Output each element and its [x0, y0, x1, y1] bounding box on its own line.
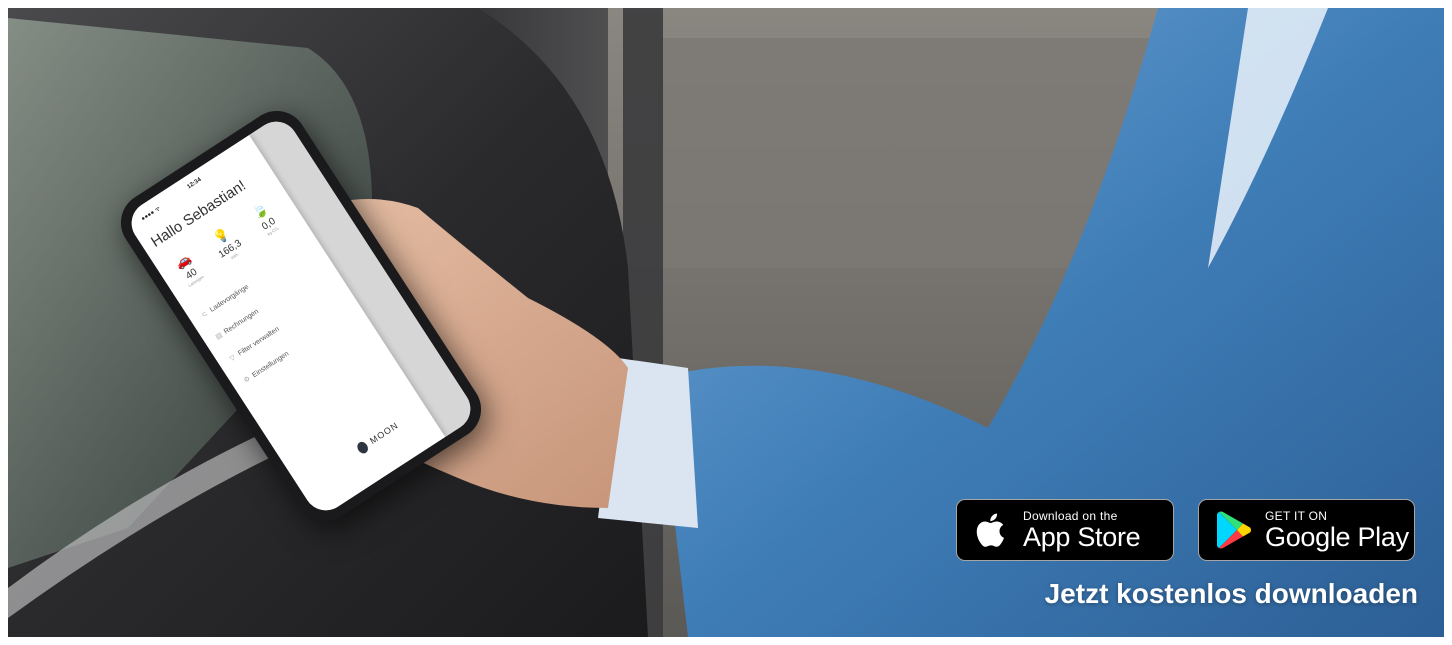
google-play-badge-large: Google Play: [1265, 521, 1409, 552]
google-play-icon: [1217, 511, 1251, 549]
menu-item-label: Ladevorgänge: [208, 283, 251, 314]
app-store-badge[interactable]: Download on the App Store: [956, 499, 1174, 561]
download-cta-text: Jetzt kostenlos downloaden: [1044, 578, 1418, 609]
menu-item-ladevorgaenge[interactable]: ⊂Ladevorgänge: [200, 283, 250, 320]
google-play-badge-small: GET IT ON: [1265, 508, 1328, 523]
menu-item-label: Einstellungen: [251, 350, 291, 380]
app-store-badge-large: App Store: [1023, 521, 1141, 552]
moon-logo-text: MOON: [367, 420, 401, 446]
app-store-badge-small: Download on the: [1023, 508, 1118, 523]
menu-item-rechnungen[interactable]: ▤Rechnungen: [214, 307, 260, 341]
status-signal: ●●●● ᯤ: [140, 205, 162, 223]
stat-energy: 💡 166,3 kWh: [201, 219, 253, 269]
apple-icon: [976, 513, 1004, 547]
menu-item-label: Filter verwalten: [237, 325, 281, 358]
status-time: 12:34: [186, 176, 203, 191]
menu-item-einstellungen[interactable]: ⚙Einstellungen: [242, 350, 291, 384]
google-play-badge[interactable]: GET IT ON Google Play: [1198, 499, 1415, 561]
moon-logo-icon: [355, 439, 371, 456]
stat-co2: 🍃 0,0 kg CO₂: [239, 194, 291, 244]
moon-logo: MOON: [355, 420, 401, 456]
stat-charges: 🚗 40 Ladungen: [162, 244, 214, 294]
menu-item-label: Rechnungen: [222, 308, 261, 336]
